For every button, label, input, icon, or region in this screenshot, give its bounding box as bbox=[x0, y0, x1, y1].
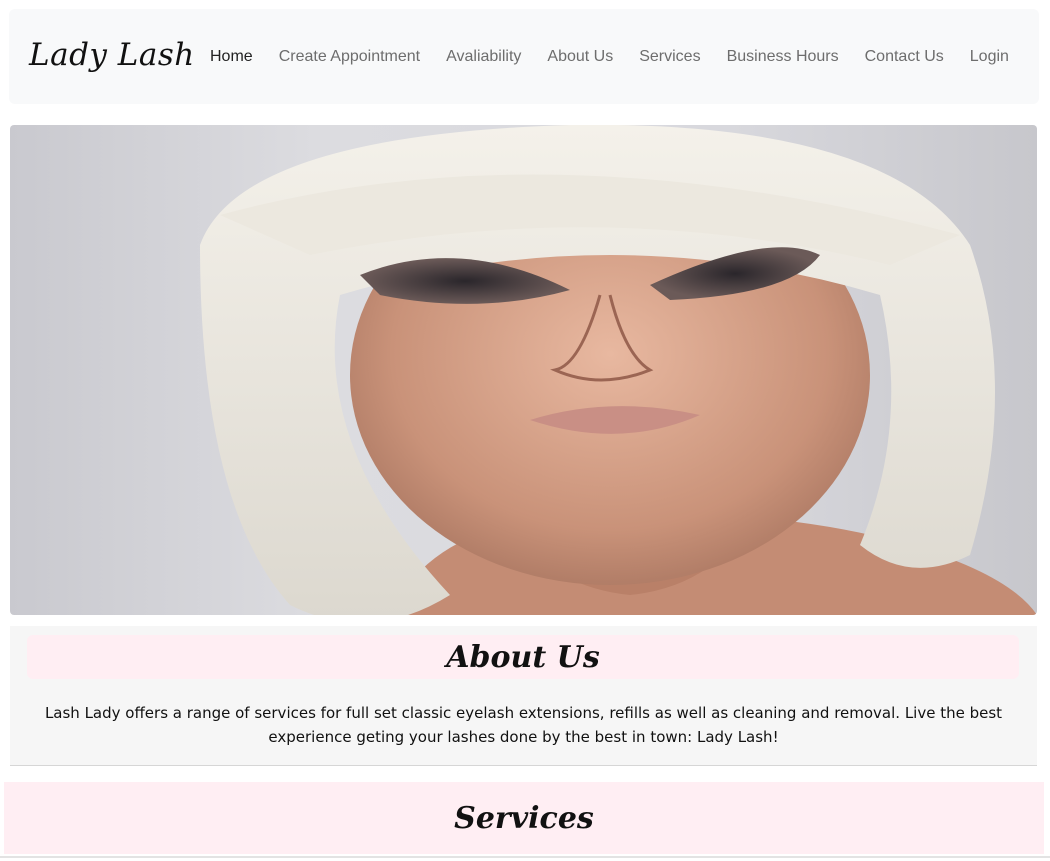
nav-link-contact-us[interactable]: Contact Us bbox=[852, 48, 957, 65]
brand-logo[interactable]: Lady Lash bbox=[29, 37, 195, 73]
navbar: Lady Lash Home Create Appointment Avalia… bbox=[9, 9, 1039, 104]
divider bbox=[0, 856, 1050, 858]
nav-link-availability[interactable]: Avaliability bbox=[433, 48, 534, 65]
nav-link-business-hours[interactable]: Business Hours bbox=[714, 48, 852, 65]
nav-link-home[interactable]: Home bbox=[197, 48, 266, 65]
services-section: Services bbox=[4, 782, 1044, 854]
hero-portrait-illustration bbox=[200, 125, 1037, 615]
about-section: About Us Lash Lady offers a range of ser… bbox=[10, 626, 1037, 766]
nav-link-services[interactable]: Services bbox=[626, 48, 713, 65]
hero-image bbox=[10, 125, 1037, 615]
nav-link-about-us[interactable]: About Us bbox=[534, 48, 626, 65]
nav-link-login[interactable]: Login bbox=[957, 48, 1022, 65]
services-title: Services bbox=[454, 800, 594, 836]
about-text: Lash Lady offers a range of services for… bbox=[44, 704, 1003, 746]
nav-link-create-appointment[interactable]: Create Appointment bbox=[266, 48, 433, 65]
nav-links: Home Create Appointment Avaliability Abo… bbox=[197, 9, 1022, 104]
about-title: About Us bbox=[446, 639, 600, 675]
about-title-bar: About Us bbox=[27, 635, 1019, 679]
